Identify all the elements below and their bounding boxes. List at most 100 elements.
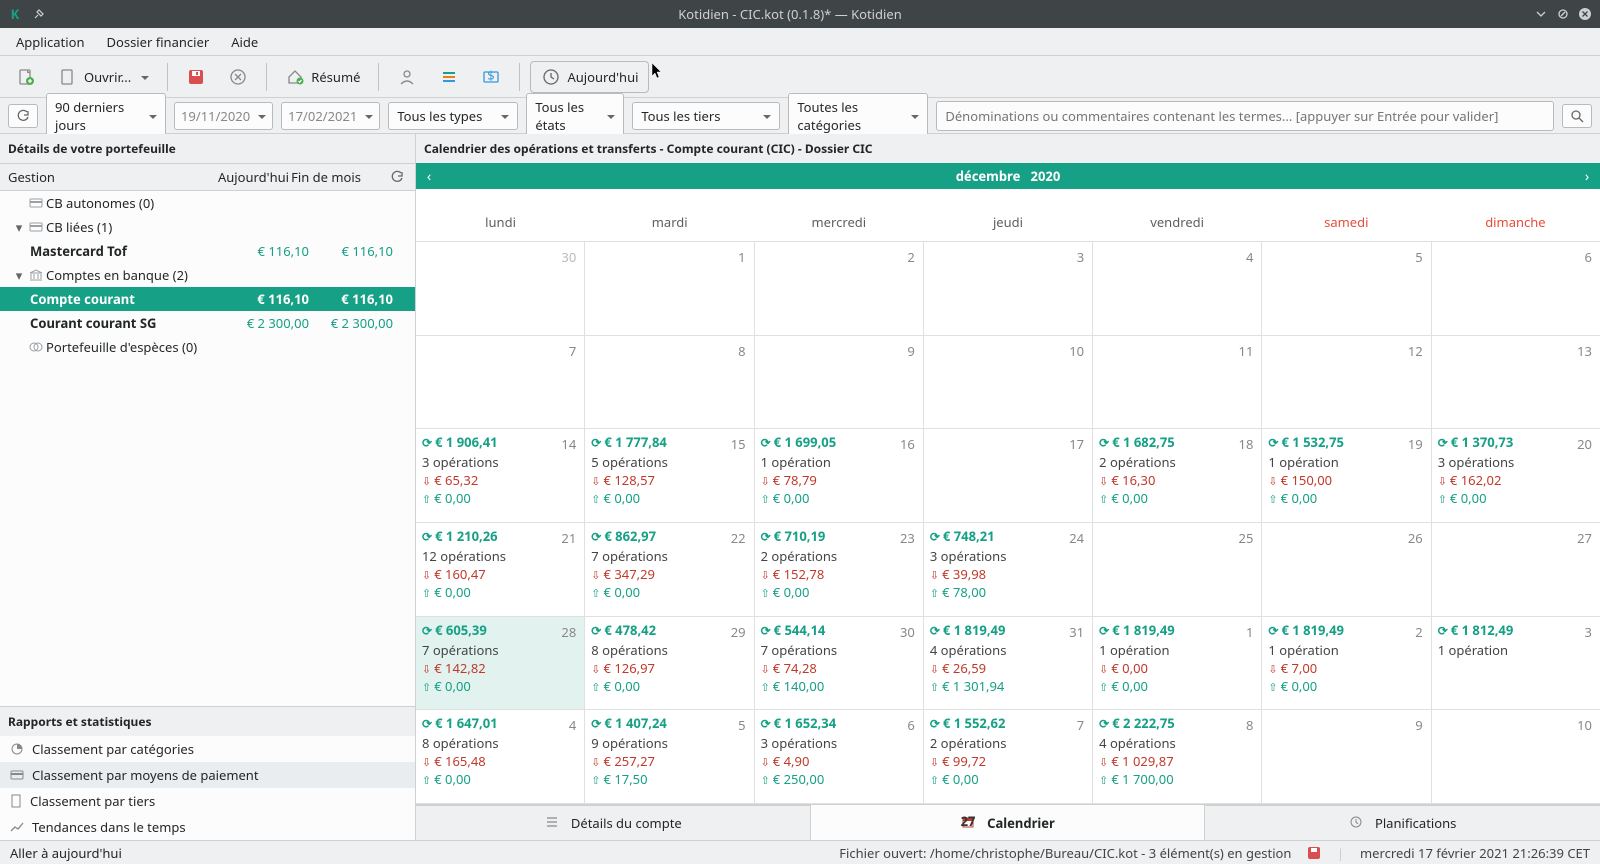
tree-cash[interactable]: Portefeuille d'espèces (0) <box>0 335 415 359</box>
tab-details[interactable]: Détails du compte <box>415 805 812 840</box>
open-button[interactable]: Ouvrir... <box>50 62 157 92</box>
day-number: 6 <box>1585 248 1592 266</box>
calendar-cell[interactable]: 24 € 748,213 opérations € 39,98 € 78,00 <box>924 523 1093 616</box>
calendar-cell[interactable]: 7 <box>416 336 585 429</box>
prev-month-button[interactable]: ‹ <box>416 167 442 186</box>
collapse-icon[interactable]: ▾ <box>12 218 26 236</box>
report-tiers[interactable]: Classement par tiers <box>0 788 415 814</box>
user-button[interactable] <box>389 62 425 92</box>
menu-aide[interactable]: Aide <box>221 29 268 55</box>
tiers-select[interactable]: Tous les tiers <box>632 102 780 130</box>
cell-outflow: € 142,82 <box>422 659 578 677</box>
cell-inflow: € 0,00 <box>422 583 578 601</box>
calendar-cell[interactable]: 6 € 1 652,343 opérations € 4,90 € 250,00 <box>755 710 924 803</box>
calendar-cell[interactable]: 2 <box>755 242 924 335</box>
cell-ops: 1 opération <box>1268 641 1424 659</box>
col-gestion[interactable]: Gestion <box>8 168 191 186</box>
save-button[interactable] <box>178 62 214 92</box>
calendar-cell[interactable]: 7 € 1 552,622 opérations € 99,72 € 0,00 <box>924 710 1093 803</box>
calendar-cell[interactable]: 5 <box>1262 242 1431 335</box>
calendar-cell[interactable]: 15 € 1 777,845 opérations € 128,57 € 0,0… <box>585 429 754 522</box>
new-file-button[interactable] <box>8 62 44 92</box>
calendar-cell[interactable]: 10 <box>1432 710 1600 803</box>
calendar-cell[interactable]: 30 € 544,147 opérations € 74,28 € 140,00 <box>755 617 924 710</box>
calendar-cell[interactable]: 9 <box>1262 710 1431 803</box>
refresh-icon[interactable] <box>387 170 407 184</box>
menu-application[interactable]: Application <box>6 29 94 55</box>
tree-compte-sg[interactable]: Courant courant SG € 2 300,00 € 2 300,00 <box>0 311 415 335</box>
calendar-cell[interactable]: 29 € 478,428 opérations € 126,97 € 0,00 <box>585 617 754 710</box>
calendar-cell[interactable]: 12 <box>1262 336 1431 429</box>
today-button[interactable]: Aujourd'hui <box>530 61 649 93</box>
tree-cb-liees[interactable]: ▾ CB liées (1) <box>0 215 415 239</box>
col-today[interactable]: Aujourd'hui <box>191 168 289 186</box>
calendar-cell[interactable]: 16 € 1 699,051 opération € 78,79 € 0,00 <box>755 429 924 522</box>
calendar-cell[interactable]: 20 € 1 370,733 opérations € 162,02 € 0,0… <box>1432 429 1600 522</box>
calendar-cell[interactable]: 10 <box>924 336 1093 429</box>
calendar-cell[interactable]: 1 <box>585 242 754 335</box>
tab-calendar[interactable]: 27Calendrier <box>810 805 1207 840</box>
doc-icon <box>10 794 22 808</box>
search-input[interactable] <box>936 101 1554 131</box>
calendar-cell[interactable]: 2 € 1 819,491 opération € 7,00 € 0,00 <box>1262 617 1431 710</box>
tree-compte-courant[interactable]: Compte courant € 116,10 € 116,10 <box>0 287 415 311</box>
open-icon <box>58 67 78 87</box>
report-payments[interactable]: Classement par moyens de paiement <box>0 762 415 788</box>
calendar-cell[interactable]: 8 € 2 222,754 opérations € 1 029,87 € 1 … <box>1093 710 1262 803</box>
date-from-input[interactable]: 19/11/2020 <box>174 102 273 130</box>
report-categories[interactable]: Classement par catégories <box>0 736 415 762</box>
report-trends[interactable]: Tendances dans le temps <box>0 814 415 840</box>
calendar-cell[interactable]: 28 € 605,397 opérations € 142,82 € 0,00 <box>416 617 585 710</box>
states-select[interactable]: Tous les états <box>526 93 624 139</box>
resume-button[interactable]: Résumé <box>277 62 368 92</box>
calendar-cell[interactable]: 21 € 1 210,2612 opérations € 160,47 € 0,… <box>416 523 585 616</box>
calendar-cell[interactable]: 17 <box>924 429 1093 522</box>
menu-dossier[interactable]: Dossier financier <box>96 29 219 55</box>
cancel-button[interactable] <box>220 62 256 92</box>
day-number: 22 <box>731 529 746 547</box>
types-select[interactable]: Tous les types <box>388 102 518 130</box>
calendar-cell[interactable]: 23 € 710,192 opérations € 152,78 € 0,00 <box>755 523 924 616</box>
date-to-input[interactable]: 17/02/2021 <box>281 102 380 130</box>
calendar-cell[interactable]: 14 € 1 906,413 opérations € 65,32 € 0,00 <box>416 429 585 522</box>
calendar-cell[interactable]: 1 € 1 819,491 opération € 0,00 € 0,00 <box>1093 617 1262 710</box>
calendar-cell[interactable]: 22 € 862,977 opérations € 347,29 € 0,00 <box>585 523 754 616</box>
calendar-cell[interactable]: 19 € 1 532,751 opération € 150,00 € 0,00 <box>1262 429 1431 522</box>
calendar-cell[interactable]: 18 € 1 682,752 opérations € 16,30 € 0,00 <box>1093 429 1262 522</box>
refresh-filter-button[interactable] <box>8 104 38 128</box>
minimize-icon[interactable] <box>1534 7 1548 21</box>
cell-balance: € 1 906,41 <box>422 433 578 451</box>
categories-select[interactable]: Toutes les catégories <box>788 93 928 139</box>
calendar-cell[interactable]: 11 <box>1093 336 1262 429</box>
tree-bank[interactable]: ▾ Comptes en banque (2) <box>0 263 415 287</box>
calendar-cell[interactable]: 8 <box>585 336 754 429</box>
calendar-cell[interactable]: 30 <box>416 242 585 335</box>
next-month-button[interactable]: › <box>1574 167 1600 186</box>
period-select[interactable]: 90 derniers jours <box>46 93 166 139</box>
collapse-icon[interactable]: ▾ <box>12 266 26 284</box>
pin-icon[interactable] <box>32 7 46 21</box>
calendar-cell[interactable]: 9 <box>755 336 924 429</box>
calendar-cell[interactable]: 3 € 1 812,491 opération <box>1432 617 1600 710</box>
calendar-cell[interactable]: 26 <box>1262 523 1431 616</box>
calendar-cell[interactable]: 27 <box>1432 523 1600 616</box>
close-icon[interactable] <box>1578 7 1592 21</box>
calendar-cell[interactable]: 5 € 1 407,249 opérations € 257,27 € 17,5… <box>585 710 754 803</box>
payment-button[interactable]: $ <box>473 62 509 92</box>
list-button[interactable] <box>431 62 467 92</box>
calendar-cell[interactable]: 4 <box>1093 242 1262 335</box>
calendar-cell[interactable]: 25 <box>1093 523 1262 616</box>
search-button[interactable] <box>1562 104 1592 128</box>
calendar-cell[interactable]: 31 € 1 819,494 opérations € 26,59 € 1 30… <box>924 617 1093 710</box>
calendar-cell[interactable]: 4 € 1 647,018 opérations € 165,48 € 0,00 <box>416 710 585 803</box>
calendar-cell[interactable]: 6 <box>1432 242 1600 335</box>
tab-planifications[interactable]: Planifications <box>1204 805 1600 840</box>
titlebar: K Kotidien - CIC.kot (0.1.8)* — Kotidien <box>0 0 1600 28</box>
maximize-icon[interactable] <box>1556 7 1570 21</box>
tree-mastercard[interactable]: Mastercard Tof € 116,10 € 116,10 <box>0 239 415 263</box>
tree-cb-auto[interactable]: CB autonomes (0) <box>0 191 415 215</box>
portfolio-title: Détails de votre portefeuille <box>0 134 415 163</box>
calendar-cell[interactable]: 13 <box>1432 336 1600 429</box>
calendar-cell[interactable]: 3 <box>924 242 1093 335</box>
col-eom[interactable]: Fin de mois <box>289 168 387 186</box>
